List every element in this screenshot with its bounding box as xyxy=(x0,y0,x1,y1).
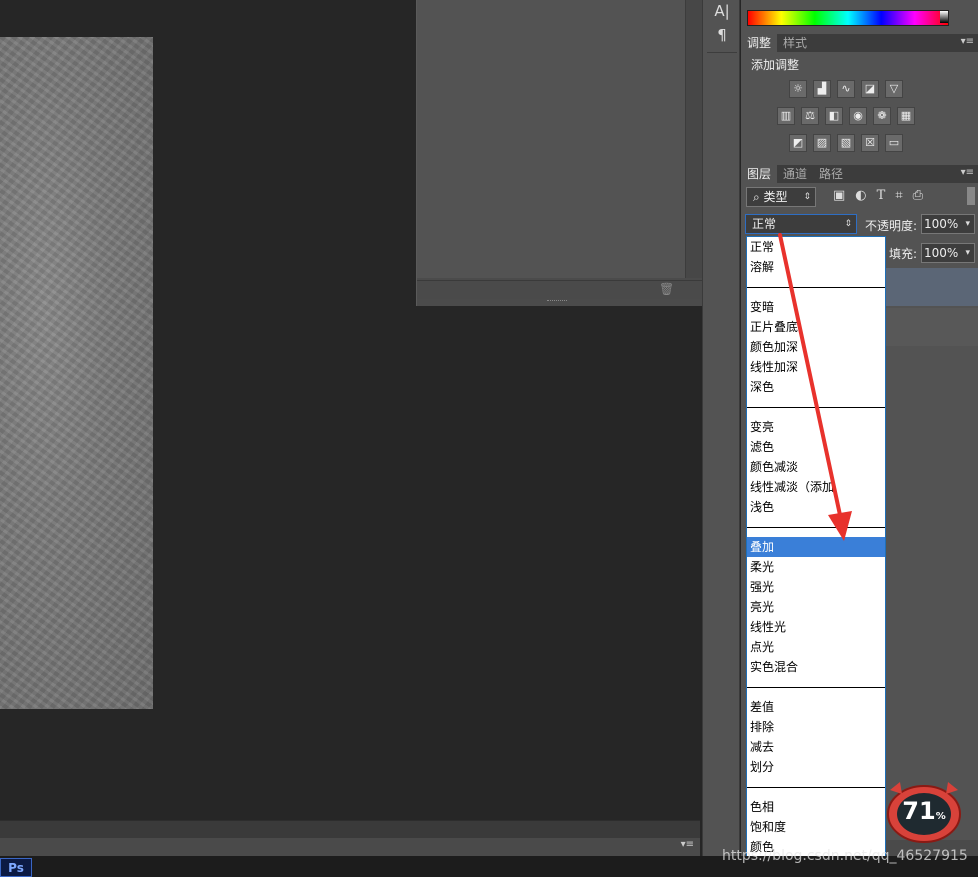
menu-separator xyxy=(747,687,885,688)
lookup-icon[interactable]: ▦ xyxy=(897,107,915,125)
layer-row[interactable] xyxy=(886,308,978,346)
blend-option[interactable]: 饱和度 xyxy=(747,817,885,837)
shape-filter-icon[interactable]: ⌗ xyxy=(895,188,902,203)
hue-icon[interactable]: ▥ xyxy=(777,107,795,125)
floating-panel-scrollbar[interactable] xyxy=(685,0,702,278)
updown-caret-icon: ⇕ xyxy=(803,192,811,202)
blend-option[interactable]: 差值 xyxy=(747,697,885,717)
timeline-bar: ▾≡ xyxy=(0,838,700,856)
speed-gauge-widget[interactable]: 71% xyxy=(886,780,962,844)
curves-icon[interactable]: ∿ xyxy=(837,80,855,98)
search-icon: ⌕ xyxy=(753,190,764,204)
trash-icon[interactable]: 🗑 xyxy=(659,282,674,296)
opacity-field[interactable]: 100% ▾ xyxy=(921,214,975,234)
panel-menu-icon[interactable]: ▾≡ xyxy=(961,36,974,47)
adjust-panel-tabs: 调整 样式 ▾≡ xyxy=(741,34,978,52)
filter-toggle[interactable] xyxy=(967,187,975,205)
vibrance-icon[interactable]: ▽ xyxy=(885,80,903,98)
blend-option[interactable]: 减去 xyxy=(747,737,885,757)
floating-panel: 🗑 xyxy=(416,0,703,306)
gauge-unit: % xyxy=(935,811,946,822)
gradient-map-icon[interactable]: ▭ xyxy=(885,134,903,152)
fill-label: 填充: xyxy=(889,247,918,261)
document-canvas[interactable] xyxy=(0,37,153,709)
blend-option[interactable]: 色相 xyxy=(747,797,885,817)
status-bar xyxy=(0,820,700,838)
channel-mixer-icon[interactable]: ❁ xyxy=(873,107,891,125)
layers-panel-tabs: 图层 通道 路径 ▾≡ xyxy=(741,165,978,183)
photoshop-taskbar-button[interactable]: Ps xyxy=(0,858,32,877)
tab-adjust[interactable]: 调整 xyxy=(741,34,778,52)
type-filter-icon[interactable]: T xyxy=(877,188,886,203)
red-arrow-annotation xyxy=(778,233,852,541)
layer-filter-select[interactable]: ⌕ 类型 ⇕ xyxy=(746,187,816,207)
gauge-value: 71 xyxy=(902,797,936,825)
tab-paths[interactable]: 路径 xyxy=(813,165,849,183)
exposure-icon[interactable]: ◪ xyxy=(861,80,879,98)
color-balance-icon[interactable]: ⚖ xyxy=(801,107,819,125)
chevron-down-icon[interactable]: ▾ xyxy=(965,244,970,262)
layers-menu-icon[interactable]: ▾≡ xyxy=(961,167,974,178)
blend-option[interactable]: 点光 xyxy=(747,637,885,657)
fill-field[interactable]: 100% ▾ xyxy=(921,243,975,263)
divider xyxy=(707,52,737,53)
chevron-down-icon[interactable]: ▾ xyxy=(965,215,970,233)
floating-panel-footer: 🗑 xyxy=(417,280,703,299)
blend-option[interactable]: 亮光 xyxy=(747,597,885,617)
blend-option[interactable]: 强光 xyxy=(747,577,885,597)
adjust-filter-icon[interactable]: ◐ xyxy=(855,188,866,203)
blend-option[interactable]: 划分 xyxy=(747,757,885,777)
menu-separator xyxy=(747,787,885,788)
opacity-value: 100% xyxy=(924,217,959,231)
blend-option[interactable]: 实色混合 xyxy=(747,657,885,677)
blend-option[interactable]: 线性光 xyxy=(747,617,885,637)
threshold-icon[interactable]: ▧ xyxy=(837,134,855,152)
resize-grip[interactable] xyxy=(547,300,567,304)
floating-panel-body xyxy=(417,0,687,278)
paragraph-panel-icon[interactable]: ¶ xyxy=(703,24,741,46)
tab-styles[interactable]: 样式 xyxy=(777,34,813,52)
blend-option[interactable]: 柔光 xyxy=(747,557,885,577)
tab-channels[interactable]: 通道 xyxy=(777,165,813,183)
canvas-texture xyxy=(0,37,153,709)
blend-option[interactable]: 排除 xyxy=(747,717,885,737)
image-filter-icon[interactable]: ▣ xyxy=(833,188,845,203)
tab-layers[interactable]: 图层 xyxy=(741,165,778,183)
posterize-icon[interactable]: ▨ xyxy=(813,134,831,152)
layer-filter-label: 类型 xyxy=(763,190,788,204)
photo-filter-icon[interactable]: ◉ xyxy=(849,107,867,125)
layer-row-selected[interactable] xyxy=(886,268,978,306)
panel-menu-icon[interactable]: ▾≡ xyxy=(681,839,694,850)
smart-filter-icon[interactable]: ⎙ xyxy=(913,188,923,203)
brightness-icon[interactable]: ☼ xyxy=(789,80,807,98)
levels-icon[interactable]: ▟ xyxy=(813,80,831,98)
character-panel-icon[interactable]: A| xyxy=(703,0,741,22)
bw-icon[interactable]: ◧ xyxy=(825,107,843,125)
color-spectrum[interactable] xyxy=(747,10,949,26)
panel-dock-strip: A| ¶ xyxy=(702,0,740,877)
selective-color-icon[interactable]: ☒ xyxy=(861,134,879,152)
fill-value: 100% xyxy=(924,246,959,260)
add-adjustment-title: 添加调整 xyxy=(751,58,800,72)
invert-icon[interactable]: ◩ xyxy=(789,134,807,152)
watermark: https://blog.csdn.net/qq_46527915 xyxy=(722,848,968,864)
